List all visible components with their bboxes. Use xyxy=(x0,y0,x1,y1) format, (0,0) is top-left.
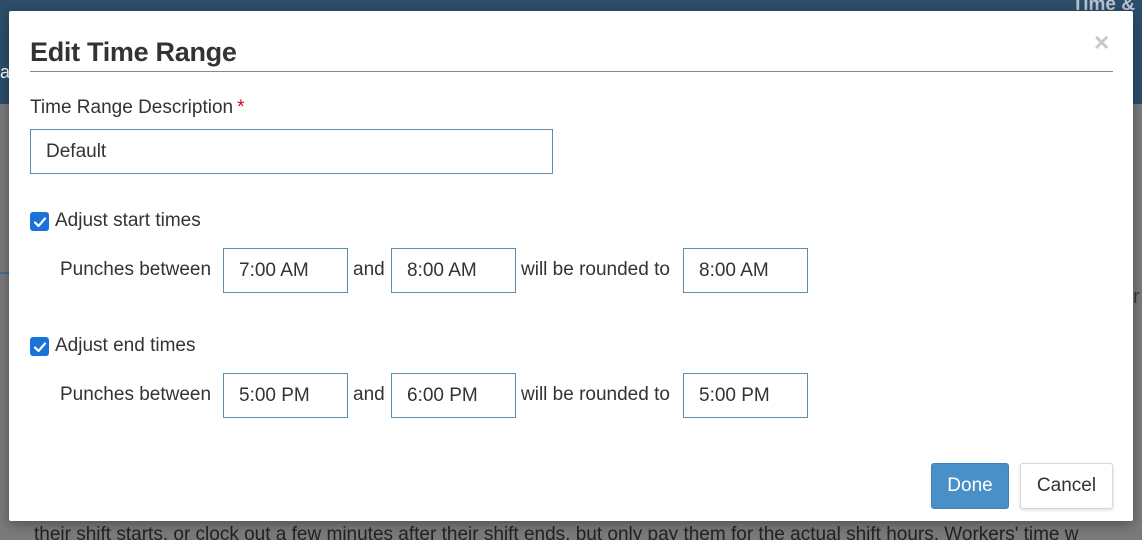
start-punches-between-label: Punches between xyxy=(60,259,212,280)
start-from-time-input[interactable] xyxy=(223,248,348,293)
adjust-start-times-label[interactable]: Adjust start times xyxy=(55,210,201,232)
adjust-start-times-checkbox[interactable] xyxy=(30,212,49,231)
checkmark-icon xyxy=(33,341,46,352)
background-right-text: r xyxy=(1133,286,1140,308)
start-to-time-input[interactable] xyxy=(391,248,516,293)
start-rounded-time-input[interactable] xyxy=(683,248,808,293)
end-and-label: and xyxy=(353,384,385,405)
description-label: Time Range Description * xyxy=(30,97,245,119)
end-rounded-time-input[interactable] xyxy=(683,373,808,418)
end-rounded-to-label: will be rounded to xyxy=(521,384,670,405)
end-to-time-input[interactable] xyxy=(391,373,516,418)
adjust-end-times-label[interactable]: Adjust end times xyxy=(55,335,195,357)
background-body-text: their shift starts, or clock out a few m… xyxy=(34,524,1079,540)
cancel-button[interactable]: Cancel xyxy=(1020,463,1113,509)
start-rounded-to-label: will be rounded to xyxy=(521,259,670,280)
start-and-label: and xyxy=(353,259,385,280)
end-punches-between-label: Punches between xyxy=(60,384,212,405)
edit-time-range-dialog: Edit Time Range × Time Range Description… xyxy=(9,11,1133,521)
checkmark-icon xyxy=(33,216,46,227)
required-indicator: * xyxy=(237,97,245,118)
end-from-time-input[interactable] xyxy=(223,373,348,418)
close-icon[interactable]: × xyxy=(1094,29,1109,55)
description-input[interactable] xyxy=(30,129,553,174)
title-divider xyxy=(30,71,1113,72)
description-label-text: Time Range Description xyxy=(30,97,234,118)
dialog-title: Edit Time Range xyxy=(30,37,237,67)
done-button[interactable]: Done xyxy=(931,463,1009,509)
adjust-end-times-checkbox[interactable] xyxy=(30,337,49,356)
